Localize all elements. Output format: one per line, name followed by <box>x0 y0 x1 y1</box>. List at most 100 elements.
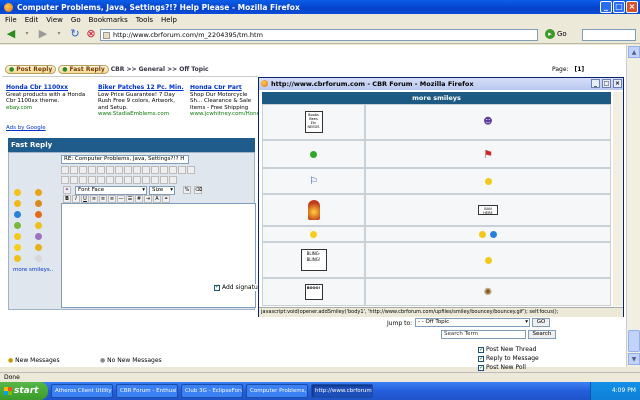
menu-go[interactable]: Go <box>71 16 81 24</box>
smiley-cell[interactable]: ☻ <box>365 104 611 140</box>
bbcode-icon[interactable] <box>169 176 177 184</box>
bbcode-icon[interactable] <box>79 176 87 184</box>
option-post-new-thread[interactable]: Post New Thread <box>478 345 539 354</box>
stop-icon[interactable]: ⊗ <box>84 27 98 41</box>
start-button[interactable]: start <box>0 382 48 400</box>
option-reply-to-message[interactable]: Reply to Message <box>478 354 539 363</box>
bbcode-icon[interactable] <box>97 176 105 184</box>
menu-bookmarks[interactable]: Bookmarks <box>89 16 128 24</box>
bbcode-icon[interactable] <box>115 166 123 174</box>
add-signature-checkbox[interactable]: Add signatu <box>214 283 258 291</box>
bbcode-icon[interactable] <box>142 166 150 174</box>
go-button[interactable]: ▸ Go <box>545 29 567 39</box>
bbcode-icon[interactable] <box>97 166 105 174</box>
smiley-icon[interactable] <box>35 255 42 262</box>
popup-minimize-button[interactable]: _ <box>591 79 600 88</box>
maximize-button[interactable]: □ <box>613 1 625 13</box>
bbcode-icon[interactable] <box>160 176 168 184</box>
percent-icon[interactable]: % <box>183 186 191 194</box>
more-smileys-link[interactable]: more smileys.. <box>13 267 53 273</box>
window-titlebar[interactable]: Computer Problems, Java, Settings?!? Hel… <box>0 0 640 14</box>
smiley-cell[interactable]: BOOO! <box>262 278 365 306</box>
smiley-icon[interactable] <box>14 244 21 251</box>
popup-titlebar[interactable]: http://www.cbrforum.com - CBR Forum - Mo… <box>259 78 623 90</box>
bbcode-icon[interactable] <box>61 166 69 174</box>
link-icon[interactable]: ⚭ <box>162 195 170 203</box>
indent-icon[interactable]: ⇥ <box>144 195 152 203</box>
bbcode-icon[interactable] <box>151 176 159 184</box>
align-left-icon[interactable]: ≡ <box>90 195 98 203</box>
smiley-icon[interactable] <box>35 200 42 207</box>
popup-close-button[interactable]: × <box>613 79 622 88</box>
clock[interactable]: 4:09 PM <box>612 387 636 394</box>
bbcode-icon[interactable] <box>88 166 96 174</box>
bold-icon[interactable]: B <box>63 195 71 203</box>
menu-tools[interactable]: Tools <box>136 16 153 24</box>
smiley-cell[interactable]: ⚑ <box>365 140 611 168</box>
ad-block-1[interactable]: Honda Cbr 1100xx Great products with a H… <box>6 84 91 111</box>
smiley-cell[interactable]: ✺ <box>365 278 611 306</box>
smiley-cell[interactable] <box>262 194 365 226</box>
list-icon[interactable]: ☰ <box>126 195 134 203</box>
bbcode-icon[interactable] <box>151 166 159 174</box>
smiley-icon[interactable] <box>35 189 42 196</box>
bbcode-icon[interactable] <box>133 176 141 184</box>
bbcode-icon[interactable] <box>124 176 132 184</box>
popup-scrollbar[interactable] <box>613 92 623 306</box>
bbcode-icon[interactable] <box>106 176 114 184</box>
smiley-icon[interactable] <box>35 233 42 240</box>
italic-icon[interactable]: I <box>72 195 80 203</box>
smiley-cell[interactable] <box>262 140 365 168</box>
bbcode-icon[interactable] <box>133 166 141 174</box>
smiley-cell[interactable] <box>262 226 365 242</box>
bbcode-icon[interactable] <box>115 176 123 184</box>
bbcode-icon[interactable] <box>169 166 177 174</box>
option-post-new-poll[interactable]: Post New Poll <box>478 363 539 372</box>
bbcode-icon[interactable] <box>187 166 195 174</box>
magic-wand-icon[interactable]: ✶ <box>63 186 71 194</box>
smiley-icon[interactable] <box>14 189 21 196</box>
menu-view[interactable]: View <box>46 16 63 24</box>
back-dropdown-icon[interactable]: ▾ <box>20 27 34 41</box>
page-number[interactable]: [1] <box>574 66 584 73</box>
url-bar[interactable]: http://www.cbrforum.com/m_2204395/tm.htm <box>100 29 538 41</box>
minimize-button[interactable]: _ <box>600 1 612 13</box>
reload-icon[interactable]: ↻ <box>68 27 82 41</box>
smiley-icon[interactable] <box>35 211 42 218</box>
bbcode-icon[interactable] <box>70 176 78 184</box>
smiley-cell[interactable]: ⚐ <box>262 168 365 194</box>
scroll-up-icon[interactable]: ▲ <box>628 46 640 58</box>
bbcode-icon[interactable] <box>142 176 150 184</box>
align-center-icon[interactable]: ≡ <box>99 195 107 203</box>
page-scrollbar[interactable]: ▲ ▼ <box>626 45 640 367</box>
subject-input[interactable]: RE: Computer Problems, Java, Settings?!?… <box>61 155 189 164</box>
bbcode-icon[interactable] <box>61 176 69 184</box>
ads-by-google-link[interactable]: Ads by Google <box>6 125 46 131</box>
menu-edit[interactable]: Edit <box>25 16 39 24</box>
task-atheros[interactable]: Atheros Client Utility ... <box>51 384 113 398</box>
scroll-thumb[interactable] <box>628 330 640 352</box>
task-computer-problems[interactable]: Computer Problems, ... <box>246 384 308 398</box>
forward-arrow-icon[interactable]: ▶ <box>36 27 50 41</box>
ad-block-2[interactable]: Biker Patches 12 Pc. Min. Low Price Guar… <box>98 84 184 118</box>
search-button[interactable]: Search <box>528 330 556 339</box>
popup-maximize-button[interactable]: □ <box>602 79 611 88</box>
smiley-cell[interactable] <box>365 168 611 194</box>
forward-dropdown-icon[interactable]: ▾ <box>52 27 66 41</box>
close-button[interactable]: × <box>626 1 638 13</box>
bbcode-icon[interactable] <box>160 166 168 174</box>
horizontal-rule-icon[interactable]: — <box>117 195 125 203</box>
post-reply-button[interactable]: ● Post Reply <box>5 65 57 74</box>
bbcode-icon[interactable] <box>178 166 186 174</box>
ad-block-3[interactable]: Honda Cbr Part Shop Our Motorcycle Sh...… <box>190 85 258 118</box>
font-face-select[interactable]: Font Face ▾ <box>75 186 147 195</box>
jump-to-select[interactable]: - - Off Topic ▾ <box>415 318 530 327</box>
task-cbrforum-popup[interactable]: http://www.cbrforum... <box>311 384 373 398</box>
smiley-cell[interactable]: Boobs Bees Etc NEEDS <box>262 104 365 140</box>
task-cbr-forum[interactable]: CBR Forum - Enthusia... <box>116 384 178 398</box>
smiley-icon[interactable] <box>35 222 42 229</box>
search-term-input[interactable]: Search Term <box>441 330 526 339</box>
breadcrumb[interactable]: CBR >> General >> Off Topic <box>111 66 209 73</box>
smiley-cell[interactable]: BLING-BLING! <box>262 242 365 278</box>
bbcode-icon[interactable] <box>70 166 78 174</box>
